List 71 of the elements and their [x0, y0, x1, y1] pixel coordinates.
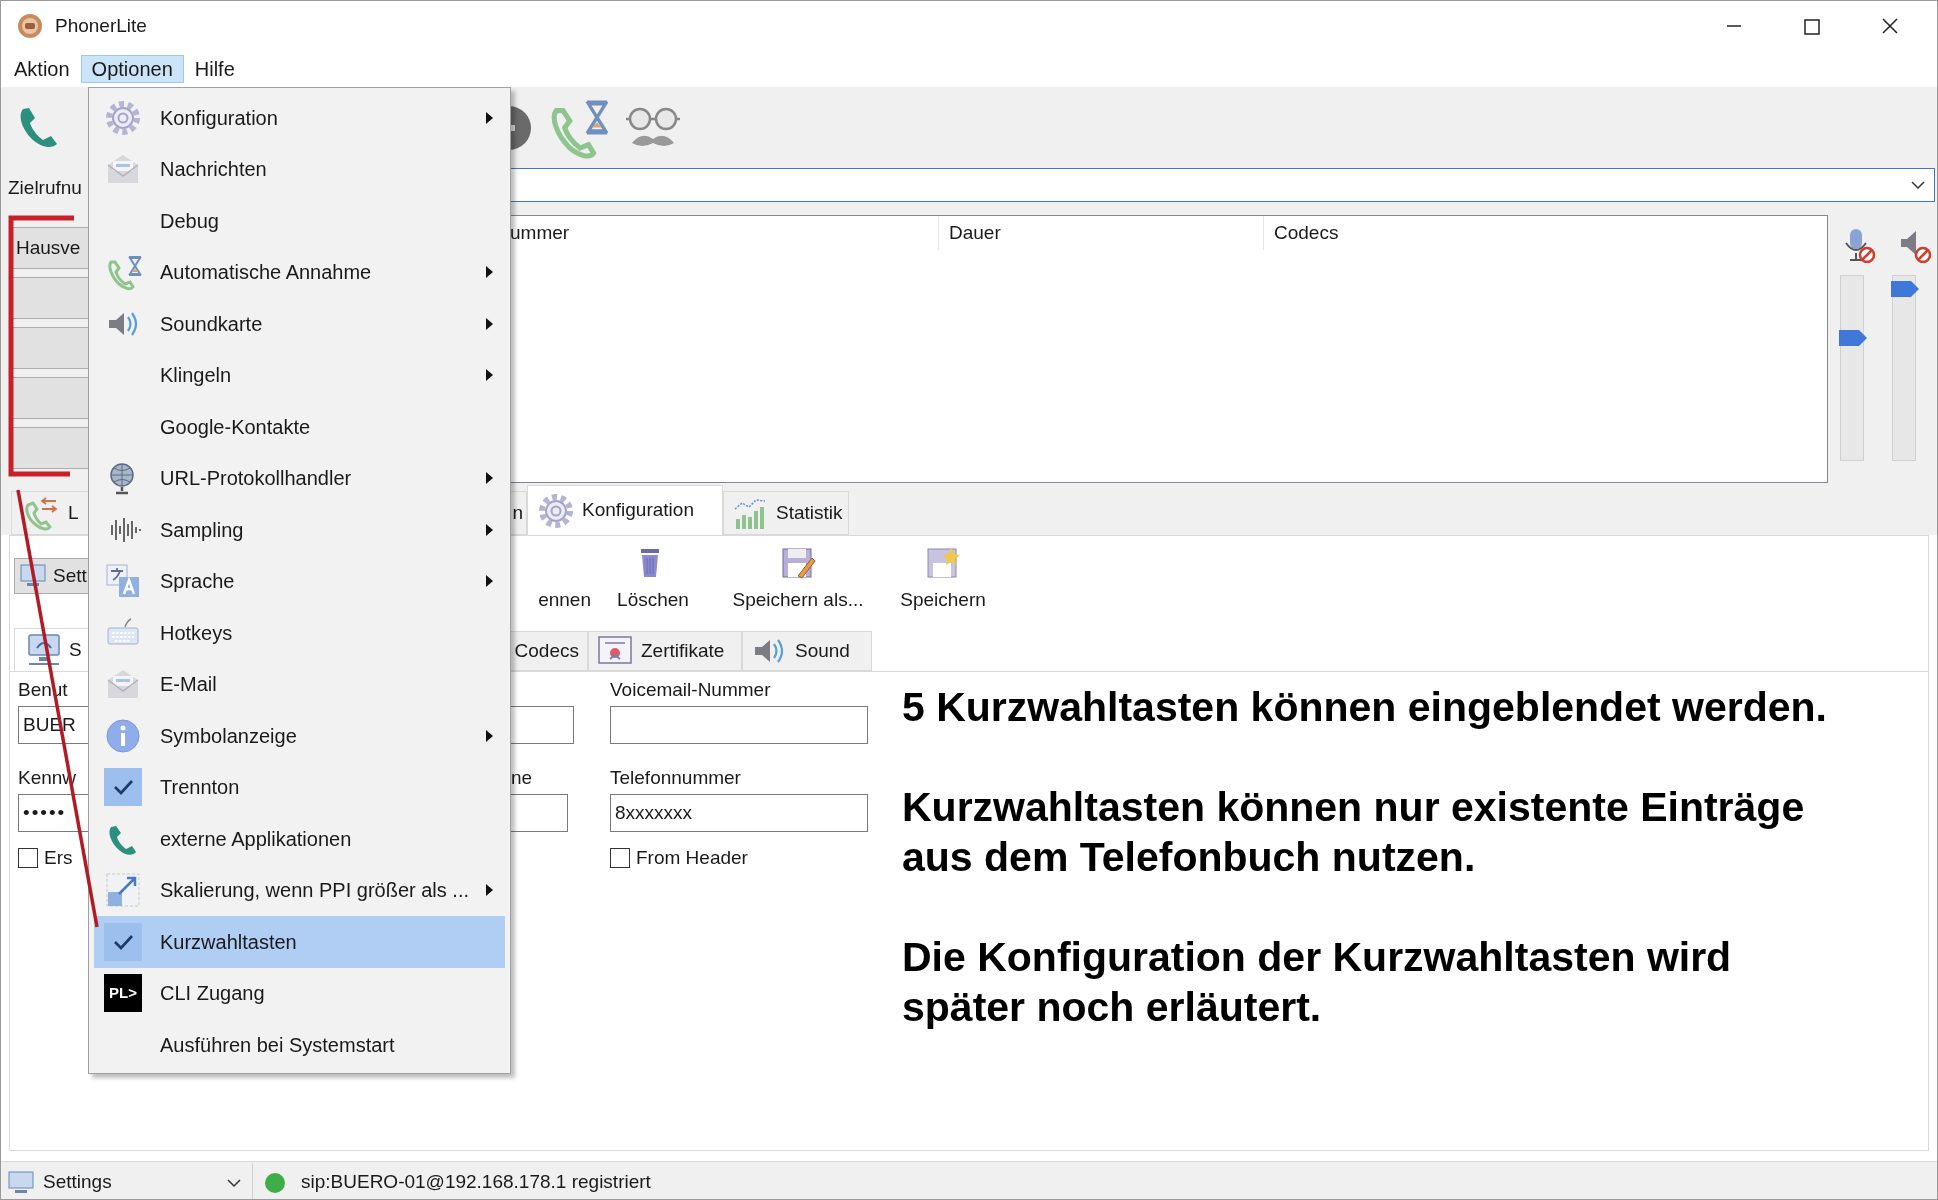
column-header[interactable]: Codecs	[1263, 216, 1827, 250]
menu-item[interactable]: Symbolanzeige	[94, 710, 505, 762]
menu-item[interactable]: E-Mail	[94, 658, 505, 710]
computer-icon	[7, 1169, 35, 1196]
network-computer-icon	[25, 632, 61, 668]
submenu-arrow-icon	[485, 471, 495, 486]
gear-icon	[538, 492, 574, 529]
submenu-arrow-icon	[485, 265, 495, 280]
tab[interactable]: Statistik	[723, 491, 849, 535]
profile-dropdown[interactable]: Settings	[1, 1162, 253, 1199]
submenu-arrow-icon	[485, 883, 495, 898]
info-icon	[104, 716, 142, 755]
submenu-arrow-icon	[485, 522, 495, 537]
menu-item[interactable]: Debug	[94, 195, 505, 247]
status-text: sip:BUERO-01@192.168.178.1 registriert	[301, 1170, 651, 1195]
menu-item[interactable]: URL-Protokollhandler	[94, 452, 505, 504]
submenu-arrow-icon	[485, 368, 495, 383]
checkbox[interactable]	[18, 848, 38, 869]
phone-arrows-icon	[24, 495, 60, 531]
volume-slider[interactable]	[1892, 275, 1916, 461]
menu-item[interactable]: Sampling	[94, 504, 505, 556]
annotation-text: Die Konfiguration der Kurzwahltasten wird später noch erläutert.	[902, 933, 1733, 1032]
field-label: Telefonnummer	[610, 766, 741, 790]
menu-item[interactable]: Hotkeys	[94, 607, 505, 659]
menu-bar-item[interactable]: Optionen	[80, 55, 184, 83]
volume-slider[interactable]	[1840, 275, 1864, 461]
microphone-muted-icon[interactable]	[1842, 227, 1876, 263]
tab[interactable]: Zertifikate	[588, 631, 742, 671]
submenu-arrow-icon	[485, 574, 495, 589]
app-logo-icon	[17, 13, 43, 39]
menu-item[interactable]: Klingeln	[94, 349, 505, 401]
menu-item[interactable]: Soundkarte	[94, 298, 505, 350]
menu-item[interactable]: Trennton	[94, 761, 505, 813]
field-label: Voicemail-Nummer	[610, 678, 771, 702]
menu-item[interactable]: Skalierung, wenn PPI größer als ...	[94, 864, 505, 916]
menu-item[interactable]: Automatische Annahme	[94, 246, 505, 298]
column-header[interactable]: Dauer	[938, 216, 1263, 250]
computer-icon	[19, 563, 47, 589]
toolbar-button[interactable]: Löschen	[593, 546, 713, 615]
menu-item[interactable]: Sprache	[94, 555, 505, 607]
menu-bar-item[interactable]: Hilfe	[183, 55, 246, 83]
submenu-arrow-icon	[485, 110, 495, 125]
menu-item[interactable]: Ausführen bei Systemstart	[94, 1019, 505, 1071]
tab[interactable]: Sound	[742, 631, 872, 671]
gear-icon	[104, 98, 142, 137]
text-field[interactable]: 8xxxxxxx	[610, 794, 868, 832]
text-field[interactable]	[610, 706, 868, 744]
menu-item[interactable]: Nachrichten	[94, 143, 505, 195]
tab[interactable]: Konfiguration	[527, 485, 723, 535]
slider-thumb[interactable]	[1891, 280, 1919, 297]
submenu-arrow-icon	[485, 728, 495, 743]
checkbox[interactable]	[610, 848, 630, 869]
window-title: PhonerLite	[55, 13, 147, 38]
toolbar-button[interactable]: Speichern als...	[713, 546, 883, 615]
annotation-text: 5 Kurzwahltasten können eingeblendet werden.	[902, 683, 1828, 732]
menu-bar-item[interactable]: Aktion	[3, 55, 81, 83]
menu-item[interactable]: Konfiguration	[94, 92, 505, 144]
menu-item[interactable]: PL> CLI Zugang	[94, 967, 505, 1019]
checkbox-label: Ers	[44, 846, 73, 870]
slider-thumb[interactable]	[1839, 330, 1867, 347]
submenu-arrow-icon	[485, 316, 495, 331]
menu-item[interactable]: Kurzwahltasten	[94, 916, 505, 968]
prompt-badge-icon: PL>	[104, 974, 142, 1013]
resize-icon	[104, 871, 142, 910]
toolbar-button[interactable]: Speichern	[883, 546, 1003, 615]
menu-item[interactable]: externe Applikationen	[94, 813, 505, 865]
field-label: ne	[511, 766, 533, 790]
checkbox-label: From Header	[636, 846, 748, 870]
menu-item[interactable]: Google-Kontakte	[94, 401, 505, 453]
annotation-text: Kurzwahltasten können nur existente Einträge aus dem Telefonbuch nutzen.	[902, 783, 1806, 882]
field-label: Zielrufnu	[8, 176, 83, 200]
